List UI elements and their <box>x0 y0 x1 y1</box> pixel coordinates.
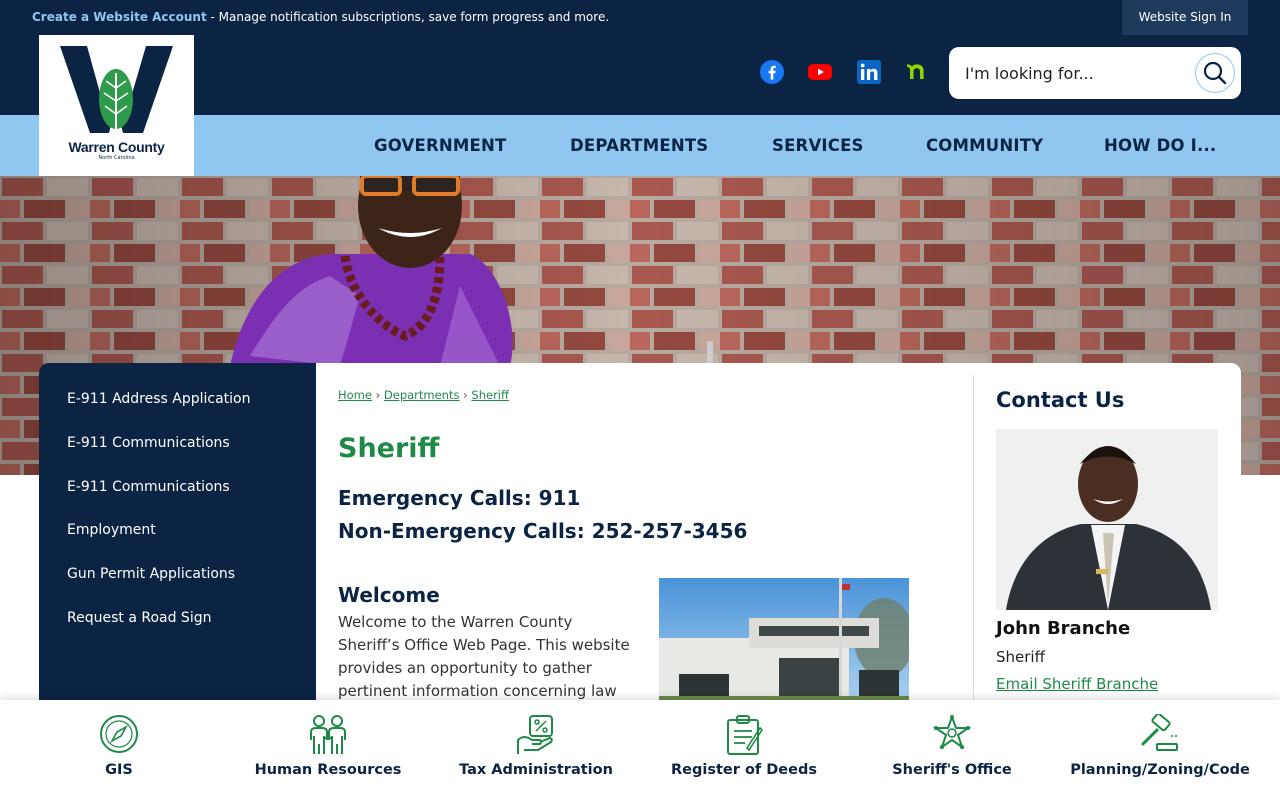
nav-government[interactable]: GOVERNMENT <box>374 136 506 155</box>
quick-link-label: GIS <box>105 762 133 778</box>
sidebar-menu: E-911 Address Application E-911 Communic… <box>39 363 316 700</box>
quick-link-label: Planning/Zoning/Code <box>1070 762 1250 778</box>
breadcrumb-separator: › <box>463 388 468 402</box>
quick-link-planning-zoning-code[interactable]: Planning/Zoning/Code <box>1060 700 1260 800</box>
account-message-text: - Manage notification subscriptions, sav… <box>206 10 610 24</box>
linkedin-icon[interactable] <box>857 60 881 84</box>
quick-link-label: Tax Administration <box>459 762 613 778</box>
welcome-heading: Welcome <box>338 583 440 607</box>
breadcrumb-separator: › <box>375 388 381 402</box>
email-sheriff-link[interactable]: Email Sheriff Branche <box>996 675 1158 693</box>
quick-link-tax-administration[interactable]: Tax Administration <box>436 700 636 800</box>
quick-link-human-resources[interactable]: Human Resources <box>228 700 428 800</box>
quick-link-label: Register of Deeds <box>671 762 817 778</box>
non-emergency-calls: Non-Emergency Calls: 252-257-3456 <box>338 519 748 543</box>
gavel-icon <box>1141 714 1179 751</box>
sheriff-office-building-image <box>659 578 909 700</box>
youtube-icon[interactable] <box>808 60 832 84</box>
create-account-link[interactable]: Create a Website Account <box>32 10 207 24</box>
contact-title: Sheriff <box>996 648 1045 666</box>
sheriff-portrait <box>996 429 1218 610</box>
document-icon <box>727 715 763 755</box>
nextdoor-icon[interactable] <box>905 60 929 84</box>
content-divider <box>973 375 974 700</box>
emergency-calls: Emergency Calls: 911 <box>338 486 581 510</box>
nav-departments[interactable]: DEPARTMENTS <box>570 136 708 155</box>
quick-links-bar: GIS Human Resources Tax Administration R… <box>0 700 1280 800</box>
quick-link-register-of-deeds[interactable]: Register of Deeds <box>644 700 844 800</box>
contact-us-heading: Contact Us <box>996 388 1125 412</box>
website-sign-in-button[interactable]: Website Sign In <box>1122 0 1248 35</box>
people-icon <box>310 715 346 754</box>
page-title: Sheriff <box>338 433 440 464</box>
sheriff-photo <box>996 429 1218 610</box>
nav-community[interactable]: COMMUNITY <box>926 136 1043 155</box>
sidebar-item-gun-permit-applications[interactable]: Gun Permit Applications <box>67 566 235 582</box>
quick-link-gis[interactable]: GIS <box>19 700 219 800</box>
logo-subtitle: North Carolina <box>98 155 135 161</box>
sidebar-item-request-road-sign[interactable]: Request a Road Sign <box>67 610 211 626</box>
sidebar-item-e911-address-application[interactable]: E-911 Address Application <box>67 391 251 407</box>
sheriff-star-icon <box>932 714 972 750</box>
logo-name: Warren County <box>68 139 165 155</box>
search-button[interactable] <box>1195 53 1235 93</box>
quick-link-label: Human Resources <box>254 762 402 778</box>
quick-link-sheriffs-office[interactable]: Sheriff's Office <box>852 700 1052 800</box>
building-photo <box>659 578 909 700</box>
contact-name: John Branche <box>996 618 1131 639</box>
breadcrumb-home[interactable]: Home <box>338 388 372 402</box>
utility-bar: Create a Website Account - Manage notifi… <box>0 0 1280 35</box>
sidebar-item-employment[interactable]: Employment <box>67 522 156 538</box>
search-input[interactable] <box>965 61 1185 85</box>
account-message: Create a Website Account - Manage notifi… <box>32 10 609 24</box>
breadcrumb-departments[interactable]: Departments <box>384 388 460 402</box>
sidebar-item-e911-communications-2[interactable]: E-911 Communications <box>67 479 230 495</box>
welcome-text: Welcome to the Warren County Sheriff’s O… <box>338 613 630 699</box>
breadcrumb-sheriff[interactable]: Sheriff <box>471 388 509 402</box>
county-logo[interactable]: Warren County North Carolina <box>39 35 194 176</box>
compass-icon <box>100 715 138 753</box>
quick-link-label: Sheriff's Office <box>892 762 1012 778</box>
tax-hand-icon <box>517 715 553 754</box>
logo-mark-icon <box>60 46 173 133</box>
nav-how-do-i[interactable]: HOW DO I... <box>1104 136 1216 155</box>
nav-services[interactable]: SERVICES <box>772 136 864 155</box>
facebook-icon[interactable] <box>760 60 784 84</box>
breadcrumb: Home › Departments › Sheriff <box>338 388 509 402</box>
site-search <box>949 47 1241 99</box>
sidebar-item-e911-communications[interactable]: E-911 Communications <box>67 435 230 451</box>
search-icon <box>1203 61 1226 84</box>
